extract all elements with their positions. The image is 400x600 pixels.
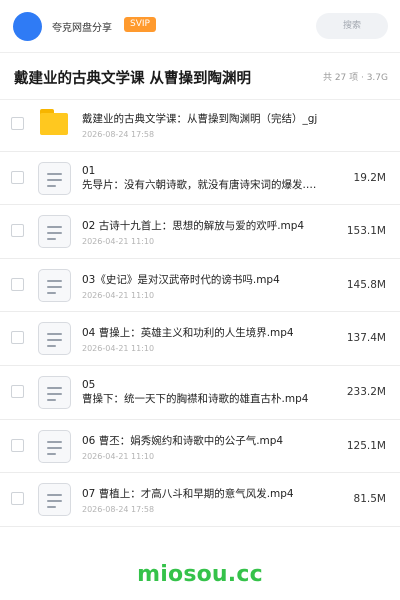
item-name[interactable]: 06 曹丕：娟秀婉约和诗歌中的公子气.mp4 bbox=[82, 433, 283, 448]
item-size: 19.2M bbox=[353, 171, 386, 184]
select-checkbox[interactable] bbox=[11, 170, 24, 184]
item-name[interactable]: 04 曹操上：英雄主义和功利的人生境界.mp4 bbox=[82, 325, 294, 340]
file-icon bbox=[38, 322, 71, 356]
svip-badge[interactable]: SVIP bbox=[124, 17, 156, 32]
item-size: 153.1M bbox=[346, 225, 386, 238]
item-date: 2026-04-21 11:10 bbox=[82, 237, 155, 247]
item-name-line1: 01 bbox=[82, 164, 96, 177]
site-watermark: miosou.cc bbox=[137, 562, 263, 587]
item-date: 2026-04-21 11:10 bbox=[82, 344, 155, 354]
file-icon bbox=[38, 429, 71, 463]
select-checkbox[interactable] bbox=[11, 331, 24, 345]
folder-title-bar: 戴建业的古典文学课 从曹操到陶渊明 共 27 项 · 3.7G bbox=[0, 52, 400, 100]
list-item[interactable]: 02 古诗十九首上：思想的解放与爱的欢呼.mp4 2026-04-21 11:1… bbox=[0, 205, 400, 259]
file-icon bbox=[38, 215, 71, 249]
item-name[interactable]: 戴建业的古典文学课：从曹操到陶渊明（完结）_gj bbox=[82, 111, 317, 126]
file-icon bbox=[38, 375, 71, 409]
item-size: 137.4M bbox=[346, 332, 386, 345]
list-item[interactable]: 01 先导片：没有六朝诗歌，就没有唐诗宋词的爆发.… 19.2M bbox=[0, 152, 400, 206]
select-checkbox[interactable] bbox=[11, 384, 24, 398]
item-name-line1: 05 bbox=[82, 378, 96, 391]
item-size: 145.8M bbox=[346, 278, 386, 291]
item-size: 125.1M bbox=[346, 439, 386, 452]
item-date: 2026-04-21 11:10 bbox=[82, 451, 155, 461]
item-date: 2026-04-21 11:10 bbox=[82, 290, 155, 300]
item-date: 2026-08-24 17:58 bbox=[82, 505, 155, 515]
page-title: 戴建业的古典文学课 从曹操到陶渊明 bbox=[14, 71, 252, 87]
folder-icon bbox=[38, 109, 71, 140]
search-input[interactable]: 搜索 bbox=[316, 13, 388, 39]
list-item[interactable]: 04 曹操上：英雄主义和功利的人生境界.mp4 2026-04-21 11:10… bbox=[0, 312, 400, 366]
file-icon bbox=[38, 483, 71, 517]
file-list: 戴建业的古典文学课：从曹操到陶渊明（完结）_gj 2026-08-24 17:5… bbox=[0, 98, 400, 527]
list-item[interactable]: 05 曹操下：统一天下的胸襟和诗歌的雄直古朴.mp4 233.2M bbox=[0, 366, 400, 420]
file-icon bbox=[38, 161, 71, 195]
item-size: 233.2M bbox=[346, 385, 386, 398]
item-date: 2026-08-24 17:58 bbox=[82, 130, 155, 139]
top-header: 夸克网盘分享 SVIP 搜索 bbox=[0, 0, 400, 52]
item-name[interactable]: 05 曹操下：统一天下的胸襟和诗歌的雄直古朴.mp4 bbox=[82, 378, 308, 406]
item-name[interactable]: 07 曹植上：才高八斗和早期的意气风发.mp4 bbox=[82, 486, 294, 501]
item-size: 81.5M bbox=[353, 493, 386, 506]
item-name-line2: 曹操下：统一天下的胸襟和诗歌的雄直古朴.mp4 bbox=[82, 392, 309, 405]
select-checkbox[interactable] bbox=[11, 224, 24, 238]
list-item[interactable]: 06 曹丕：娟秀婉约和诗歌中的公子气.mp4 2026-04-21 11:10 … bbox=[0, 420, 400, 474]
app-logo-icon[interactable] bbox=[13, 12, 42, 41]
select-checkbox[interactable] bbox=[11, 438, 24, 452]
select-checkbox[interactable] bbox=[11, 117, 24, 130]
select-checkbox[interactable] bbox=[11, 277, 24, 291]
item-name[interactable]: 03《史记》是对汉武帝时代的谤书吗.mp4 bbox=[82, 272, 280, 287]
list-item[interactable]: 07 曹植上：才高八斗和早期的意气风发.mp4 2026-08-24 17:58… bbox=[0, 473, 400, 527]
item-name[interactable]: 01 先导片：没有六朝诗歌，就没有唐诗宋词的爆发.… bbox=[82, 164, 316, 192]
item-name[interactable]: 02 古诗十九首上：思想的解放与爱的欢呼.mp4 bbox=[82, 218, 304, 233]
list-item[interactable]: 戴建业的古典文学课：从曹操到陶渊明（完结）_gj 2026-08-24 17:5… bbox=[0, 98, 400, 152]
list-item[interactable]: 03《史记》是对汉武帝时代的谤书吗.mp4 2026-04-21 11:10 1… bbox=[0, 259, 400, 313]
item-name-line2: 先导片：没有六朝诗歌，就没有唐诗宋词的爆发.… bbox=[82, 178, 317, 191]
file-icon bbox=[38, 268, 71, 302]
folder-meta: 共 27 项 · 3.7G bbox=[322, 73, 388, 83]
app-name: 夸克网盘分享 bbox=[52, 23, 112, 34]
select-checkbox[interactable] bbox=[11, 492, 24, 506]
